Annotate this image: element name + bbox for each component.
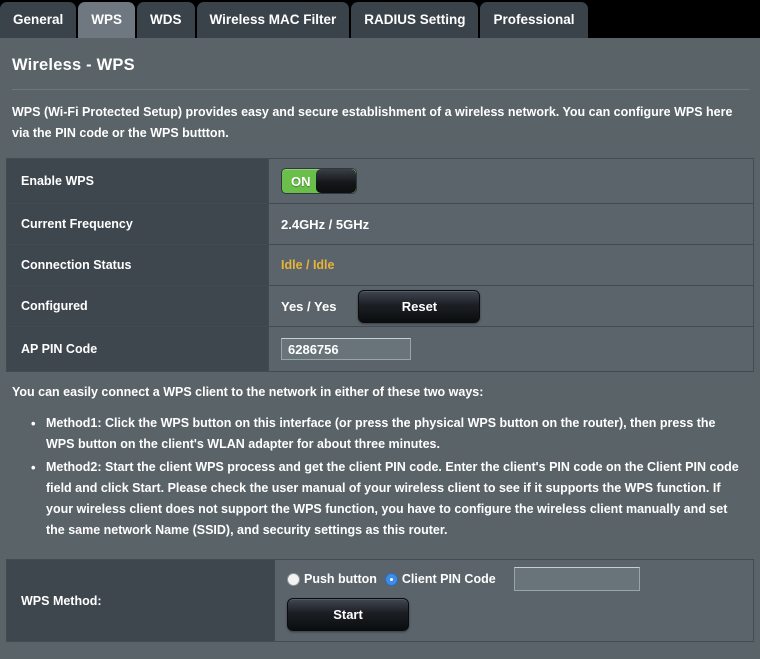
configured-text: Yes / Yes (281, 298, 337, 314)
label-current-frequency: Current Frequency (7, 204, 269, 244)
tab-general[interactable]: General (0, 2, 77, 38)
tab-radius-setting[interactable]: RADIUS Setting (351, 2, 479, 38)
start-button[interactable]: Start (287, 598, 409, 631)
label-wps-method: WPS Method: (7, 560, 275, 641)
toggle-state-label: ON (291, 173, 311, 189)
value-enable-wps: ON (269, 159, 753, 203)
label-configured: Configured (7, 286, 269, 326)
value-wps-method: Push button Client PIN Code Start (275, 560, 753, 641)
wps-method-radio-group: Push button Client PIN Code (287, 567, 753, 591)
methods-intro: You can easily connect a WPS client to t… (12, 385, 484, 399)
tab-professional[interactable]: Professional (480, 2, 588, 38)
value-current-frequency: 2.4GHz / 5GHz (269, 204, 753, 244)
radio-client-pin-code-label: Client PIN Code (401, 572, 496, 586)
radio-push-button-label: Push button (304, 572, 377, 586)
tab-wireless-mac-filter[interactable]: Wireless MAC Filter (196, 2, 350, 38)
table-row-wps-method: WPS Method: Push button Client PIN Code (7, 560, 753, 641)
label-connection-status: Connection Status (7, 245, 269, 285)
tab-wds[interactable]: WDS (137, 2, 195, 38)
tab-wps[interactable]: WPS (78, 2, 136, 38)
client-pin-code-input[interactable] (513, 567, 640, 591)
table-row-configured: Configured Yes / Yes Reset (7, 286, 753, 327)
table-row-enable-wps: Enable WPS ON (7, 159, 753, 204)
label-enable-wps: Enable WPS (7, 159, 269, 203)
value-connection-status: Idle / Idle (269, 245, 753, 285)
toggle-knob[interactable] (316, 169, 356, 193)
ap-pin-code-input[interactable] (281, 338, 411, 360)
tab-bar: General WPS WDS Wireless MAC Filter RADI… (0, 0, 760, 38)
value-ap-pin-code (269, 327, 753, 371)
label-ap-pin-code: AP PIN Code (7, 327, 269, 371)
table-row-current-frequency: Current Frequency 2.4GHz / 5GHz (7, 204, 753, 245)
bottom-spacer (0, 642, 760, 658)
connection-status-text: Idle / Idle (281, 258, 335, 272)
content-area: Wireless - WPS WPS (Wi-Fi Protected Setu… (0, 38, 760, 659)
table-row-connection-status: Connection Status Idle / Idle (7, 245, 753, 286)
wps-method-table: WPS Method: Push button Client PIN Code (6, 559, 754, 642)
table-row-ap-pin-code: AP PIN Code (7, 327, 753, 372)
method-item-2: Method2: Start the client WPS process an… (31, 457, 746, 541)
wps-settings-table: Enable WPS ON Current Frequency 2.4GHz /… (6, 158, 754, 372)
radio-push-button-indicator[interactable] (287, 572, 300, 586)
methods-list: Method1: Click the WPS button on this in… (12, 413, 746, 541)
wps-settings-page: General WPS WDS Wireless MAC Filter RADI… (0, 0, 760, 659)
enable-wps-toggle[interactable]: ON (281, 168, 357, 194)
current-frequency-text: 2.4GHz / 5GHz (281, 216, 370, 232)
value-configured: Yes / Yes Reset (269, 286, 753, 326)
radio-option-client-pin-code[interactable]: Client PIN Code (384, 572, 496, 586)
method-item-1: Method1: Click the WPS button on this in… (31, 413, 746, 455)
page-title: Wireless - WPS (12, 56, 135, 74)
radio-option-push-button[interactable]: Push button (287, 572, 377, 586)
radio-client-pin-code-indicator[interactable] (384, 572, 398, 586)
methods-description: You can easily connect a WPS client to t… (0, 372, 760, 547)
reset-button[interactable]: Reset (358, 289, 481, 323)
page-description: WPS (Wi-Fi Protected Setup) provides eas… (12, 105, 733, 140)
